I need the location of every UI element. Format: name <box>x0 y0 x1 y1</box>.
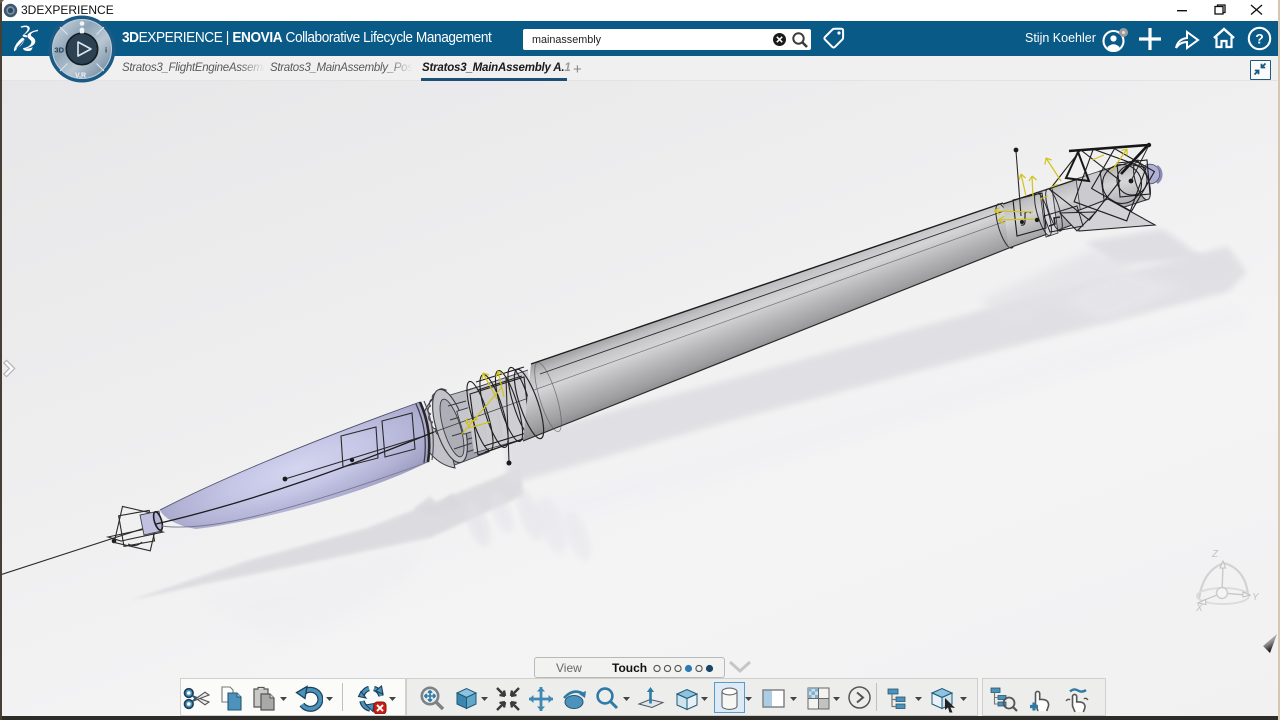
svg-text:Z: Z <box>1211 549 1219 560</box>
svg-text:Y: Y <box>1252 592 1260 603</box>
svg-text:X: X <box>1195 603 1203 614</box>
svg-text:?: ? <box>1255 31 1264 47</box>
svg-text:3D: 3D <box>55 46 65 55</box>
svg-text:V,R: V,R <box>75 73 86 80</box>
svg-text:i: i <box>105 46 107 55</box>
